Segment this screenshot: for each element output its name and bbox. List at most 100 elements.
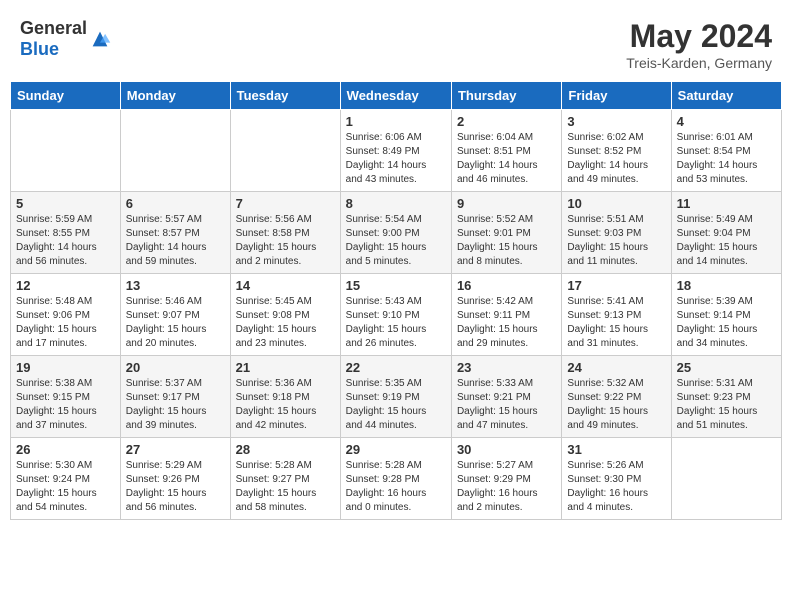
location: Treis-Karden, Germany [626,55,772,71]
day-of-week-tuesday: Tuesday [230,82,340,110]
day-number: 25 [677,360,776,375]
day-of-week-wednesday: Wednesday [340,82,451,110]
logo-icon [89,28,111,50]
calendar-cell: 25 Sunrise: 5:31 AM Sunset: 9:23 PM Dayli… [671,356,781,438]
day-number: 19 [16,360,115,375]
day-info: Sunrise: 5:57 AM Sunset: 8:57 PM Dayligh… [126,213,225,269]
day-number: 31 [567,442,665,457]
day-number: 5 [16,196,115,211]
calendar-cell: 10 Sunrise: 5:51 AM Sunset: 9:03 PM Dayli… [562,192,671,274]
logo-blue: Blue [20,39,59,59]
calendar-cell [120,110,230,192]
day-info: Sunrise: 5:46 AM Sunset: 9:07 PM Dayligh… [126,295,225,351]
calendar-cell: 2 Sunrise: 6:04 AM Sunset: 8:51 PM Daylig… [451,110,561,192]
day-info: Sunrise: 5:52 AM Sunset: 9:01 PM Dayligh… [457,213,556,269]
day-of-week-monday: Monday [120,82,230,110]
day-info: Sunrise: 6:01 AM Sunset: 8:54 PM Dayligh… [677,131,776,187]
day-number: 30 [457,442,556,457]
day-number: 2 [457,114,556,129]
calendar-cell: 19 Sunrise: 5:38 AM Sunset: 9:15 PM Dayli… [11,356,121,438]
day-info: Sunrise: 5:54 AM Sunset: 9:00 PM Dayligh… [346,213,446,269]
day-number: 3 [567,114,665,129]
calendar-cell: 24 Sunrise: 5:32 AM Sunset: 9:22 PM Dayli… [562,356,671,438]
calendar-cell: 26Sunrise: 5:30 AM Sunset: 9:24 PM Dayli… [11,438,121,520]
calendar-cell: 6Sunrise: 5:57 AM Sunset: 8:57 PM Daylig… [120,192,230,274]
calendar-header: SundayMondayTuesdayWednesdayThursdayFrid… [11,82,782,110]
day-info: Sunrise: 5:32 AM Sunset: 9:22 PM Dayligh… [567,377,665,433]
calendar-cell: 11 Sunrise: 5:49 AM Sunset: 9:04 PM Dayli… [671,192,781,274]
calendar-cell: 18Sunrise: 5:39 AM Sunset: 9:14 PM Dayli… [671,274,781,356]
day-info: Sunrise: 5:37 AM Sunset: 9:17 PM Dayligh… [126,377,225,433]
day-number: 18 [677,278,776,293]
day-number: 11 [677,196,776,211]
day-info: Sunrise: 5:28 AM Sunset: 9:28 PM Dayligh… [346,459,446,515]
day-info: Sunrise: 5:59 AM Sunset: 8:55 PM Dayligh… [16,213,115,269]
day-info: Sunrise: 6:04 AM Sunset: 8:51 PM Dayligh… [457,131,556,187]
page-header: General Blue May 2024 Treis-Karden, Germ… [10,10,782,77]
calendar-cell: 4 Sunrise: 6:01 AM Sunset: 8:54 PM Daylig… [671,110,781,192]
month-title: May 2024 [626,18,772,55]
calendar-cell: 13 Sunrise: 5:46 AM Sunset: 9:07 PM Dayli… [120,274,230,356]
day-number: 8 [346,196,446,211]
calendar-cell: 14 Sunrise: 5:45 AM Sunset: 9:08 PM Dayli… [230,274,340,356]
day-number: 17 [567,278,665,293]
calendar-cell: 20 Sunrise: 5:37 AM Sunset: 9:17 PM Dayli… [120,356,230,438]
calendar-body: 1 Sunrise: 6:06 AM Sunset: 8:49 PM Daylig… [11,110,782,520]
calendar-cell [671,438,781,520]
calendar-cell: 21Sunrise: 5:36 AM Sunset: 9:18 PM Dayli… [230,356,340,438]
day-info: Sunrise: 5:51 AM Sunset: 9:03 PM Dayligh… [567,213,665,269]
day-number: 23 [457,360,556,375]
calendar-cell: 29Sunrise: 5:28 AM Sunset: 9:28 PM Dayli… [340,438,451,520]
day-of-week-sunday: Sunday [11,82,121,110]
day-of-week-saturday: Saturday [671,82,781,110]
day-number: 15 [346,278,446,293]
day-info: Sunrise: 5:28 AM Sunset: 9:27 PM Dayligh… [236,459,335,515]
day-number: 20 [126,360,225,375]
week-row: 5 Sunrise: 5:59 AM Sunset: 8:55 PM Daylig… [11,192,782,274]
calendar-cell: 23Sunrise: 5:33 AM Sunset: 9:21 PM Dayli… [451,356,561,438]
day-number: 28 [236,442,335,457]
calendar-cell: 3 Sunrise: 6:02 AM Sunset: 8:52 PM Daylig… [562,110,671,192]
week-row: 1 Sunrise: 6:06 AM Sunset: 8:49 PM Daylig… [11,110,782,192]
day-info: Sunrise: 6:06 AM Sunset: 8:49 PM Dayligh… [346,131,446,187]
calendar-cell: 22 Sunrise: 5:35 AM Sunset: 9:19 PM Dayli… [340,356,451,438]
day-info: Sunrise: 5:35 AM Sunset: 9:19 PM Dayligh… [346,377,446,433]
calendar-cell [230,110,340,192]
day-info: Sunrise: 5:48 AM Sunset: 9:06 PM Dayligh… [16,295,115,351]
day-number: 4 [677,114,776,129]
day-number: 12 [16,278,115,293]
day-number: 21 [236,360,335,375]
day-info: Sunrise: 5:27 AM Sunset: 9:29 PM Dayligh… [457,459,556,515]
week-row: 12 Sunrise: 5:48 AM Sunset: 9:06 PM Dayli… [11,274,782,356]
day-info: Sunrise: 5:41 AM Sunset: 9:13 PM Dayligh… [567,295,665,351]
day-number: 24 [567,360,665,375]
day-info: Sunrise: 6:02 AM Sunset: 8:52 PM Dayligh… [567,131,665,187]
calendar-cell: 31 Sunrise: 5:26 AM Sunset: 9:30 PM Dayli… [562,438,671,520]
day-info: Sunrise: 5:56 AM Sunset: 8:58 PM Dayligh… [236,213,335,269]
day-number: 14 [236,278,335,293]
day-number: 9 [457,196,556,211]
day-of-week-friday: Friday [562,82,671,110]
calendar-cell: 30 Sunrise: 5:27 AM Sunset: 9:29 PM Dayli… [451,438,561,520]
calendar-cell: 1 Sunrise: 6:06 AM Sunset: 8:49 PM Daylig… [340,110,451,192]
day-info: Sunrise: 5:42 AM Sunset: 9:11 PM Dayligh… [457,295,556,351]
day-number: 27 [126,442,225,457]
calendar-cell: 28 Sunrise: 5:28 AM Sunset: 9:27 PM Dayli… [230,438,340,520]
day-number: 10 [567,196,665,211]
day-number: 1 [346,114,446,129]
day-number: 22 [346,360,446,375]
day-info: Sunrise: 5:26 AM Sunset: 9:30 PM Dayligh… [567,459,665,515]
calendar-cell: 5 Sunrise: 5:59 AM Sunset: 8:55 PM Daylig… [11,192,121,274]
day-info: Sunrise: 5:45 AM Sunset: 9:08 PM Dayligh… [236,295,335,351]
title-area: May 2024 Treis-Karden, Germany [626,18,772,71]
day-info: Sunrise: 5:49 AM Sunset: 9:04 PM Dayligh… [677,213,776,269]
day-info: Sunrise: 5:38 AM Sunset: 9:15 PM Dayligh… [16,377,115,433]
day-info: Sunrise: 5:29 AM Sunset: 9:26 PM Dayligh… [126,459,225,515]
day-info: Sunrise: 5:31 AM Sunset: 9:23 PM Dayligh… [677,377,776,433]
calendar-cell: 12 Sunrise: 5:48 AM Sunset: 9:06 PM Dayli… [11,274,121,356]
day-number: 26 [16,442,115,457]
day-number: 7 [236,196,335,211]
day-info: Sunrise: 5:43 AM Sunset: 9:10 PM Dayligh… [346,295,446,351]
day-number: 13 [126,278,225,293]
week-row: 19 Sunrise: 5:38 AM Sunset: 9:15 PM Dayli… [11,356,782,438]
